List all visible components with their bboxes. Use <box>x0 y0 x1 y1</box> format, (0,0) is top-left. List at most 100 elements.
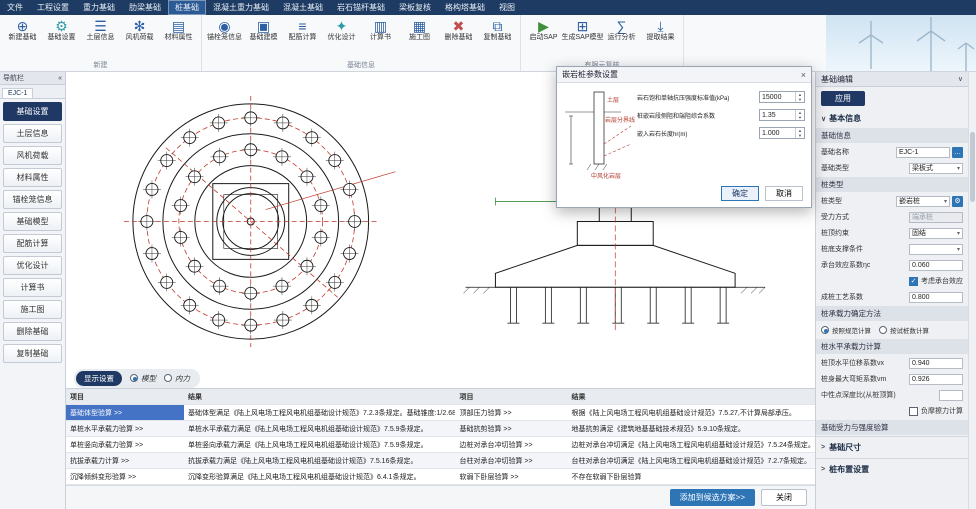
rebar-calculation-button[interactable]: ≡配筋计算 <box>283 16 322 61</box>
section-pile-layout[interactable]: > 桩布置设置 <box>816 458 968 480</box>
sidebar-item-delete-foundation[interactable]: 删除基础 <box>3 322 62 341</box>
check-item-link[interactable]: 边桩对承台冲切验算 >> <box>455 437 567 452</box>
anchor-cage-info-button[interactable]: ◉锚栓笼信息 <box>205 16 244 61</box>
check-item-link[interactable]: 沉降倾斜变形验算 >> <box>66 469 184 484</box>
check-item-link[interactable]: 台柱对承台冲切验算 >> <box>455 453 567 468</box>
add-to-candidate-button[interactable]: 添加到候选方案>> <box>670 489 755 506</box>
rock-strength-value[interactable]: 15000 <box>760 92 795 102</box>
combined-coefficient-value[interactable]: 1.35 <box>760 110 795 120</box>
pile-type-select[interactable]: 嵌岩桩▾ <box>896 196 950 207</box>
check-item-link[interactable]: 单桩竖向承载力验算 >> <box>66 437 184 452</box>
cancel-button[interactable]: 取消 <box>765 186 803 201</box>
section-foundation-size[interactable]: > 基础尺寸 <box>816 436 968 458</box>
sidebar-item-optimization-design[interactable]: 优化设计 <box>3 256 62 275</box>
sidebar-item-anchor-cage-info[interactable]: 锚栓笼信息 <box>3 190 62 209</box>
neutral-point-input[interactable] <box>939 390 963 401</box>
sidebar-item-foundation-model[interactable]: 基础模型 <box>3 212 62 231</box>
vm-input[interactable]: 0.926 <box>909 374 963 385</box>
sidebar-item-material-properties[interactable]: 材料属性 <box>3 168 62 187</box>
spinner-down-icon[interactable]: ▼ <box>796 133 804 138</box>
spinner-down-icon[interactable]: ▼ <box>796 115 804 120</box>
display-mode-force-radio[interactable]: 内力 <box>164 373 190 384</box>
check-item-link[interactable]: 顶部压力验算 >> <box>455 405 567 420</box>
chevron-down-icon: ∨ <box>821 115 826 123</box>
copy-foundation-button[interactable]: ⧉复制基础 <box>478 16 517 61</box>
display-settings-button[interactable]: 显示设置 <box>76 371 122 386</box>
foundation-type-label: 基础类型 <box>821 163 849 173</box>
method-by-code-radio[interactable]: 按照规范计算 <box>821 325 871 335</box>
field-vx-coefficient: 桩顶水平位移系数νx 0.940 <box>816 355 968 371</box>
sidebar-item-foundation-settings[interactable]: 基础设置 <box>3 102 62 121</box>
sidebar-item-rebar-calculation[interactable]: 配筋计算 <box>3 234 62 253</box>
menu-item-rock-anchor-foundation[interactable]: 岩石锚杆基础 <box>330 0 392 15</box>
pile-params-gear-button[interactable]: ⚙ <box>952 196 963 207</box>
support-select[interactable]: ▾ <box>909 244 963 255</box>
launch-sap-button[interactable]: ▶启动SAP <box>524 16 563 61</box>
ok-button[interactable]: 确定 <box>721 186 759 201</box>
spinner-down-icon[interactable]: ▼ <box>796 97 804 102</box>
menu-item-lattice-tower-foundation[interactable]: 格构塔基础 <box>438 0 492 15</box>
generate-sap-model-button[interactable]: ⊞生成SAP模型 <box>563 16 602 61</box>
foundation-type-select[interactable]: 梁板式▾ <box>909 163 963 174</box>
close-button[interactable]: 关闭 <box>761 489 807 506</box>
menu-item-beam-slab-review[interactable]: 梁板复核 <box>392 0 438 15</box>
menu-item-view[interactable]: 视图 <box>492 0 522 15</box>
sidebar-item-copy-foundation[interactable]: 复制基础 <box>3 344 62 363</box>
check-item-link[interactable]: 抗拔承载力计算 >> <box>66 453 184 468</box>
cap-coefficient-input[interactable]: 0.060 <box>909 260 963 271</box>
vx-input[interactable]: 0.940 <box>909 358 963 369</box>
menu-item-rib-beam-foundation[interactable]: 肋梁基础 <box>122 0 168 15</box>
menu-item-pile-foundation[interactable]: 桩基础 <box>168 0 206 15</box>
check-item-link[interactable]: 基础抗剪验算 >> <box>455 421 567 436</box>
sidebar-item-turbine-load[interactable]: 风机荷载 <box>3 146 62 165</box>
radio-label: 按照规范计算 <box>832 325 871 335</box>
foundation-name-input[interactable]: EJC-1 <box>896 147 950 158</box>
diagram-label-rock-boundary: 岩层分界线 <box>605 116 635 124</box>
check-item-link[interactable]: 基础体型验算 >> <box>66 405 184 420</box>
cap-effect-checkbox[interactable]: ✓ <box>909 277 918 286</box>
foundation-settings-button[interactable]: ⚙基础设置 <box>42 16 81 61</box>
construction-drawing-button[interactable]: ▦施工图 <box>400 16 439 61</box>
menu-item-project-settings[interactable]: 工程设置 <box>30 0 76 15</box>
rock-strength-spinner[interactable]: 15000▲▼ <box>759 91 805 103</box>
edit-name-button[interactable]: … <box>952 147 963 158</box>
combined-coefficient-spinner[interactable]: 1.35▲▼ <box>759 109 805 121</box>
sidebar-item-construction-drawing[interactable]: 施工图 <box>3 300 62 319</box>
menu-item-gravity-foundation[interactable]: 重力基础 <box>76 0 122 15</box>
check-item-link[interactable]: 单桩水平承载力验算 >> <box>66 421 184 436</box>
check-item-link[interactable]: 软弱下卧层验算 >> <box>455 469 567 484</box>
chevron-down-icon[interactable]: ∨ <box>958 75 963 83</box>
new-foundation-button[interactable]: ⊕新建基础 <box>3 16 42 61</box>
close-icon[interactable]: × <box>801 70 806 80</box>
restraint-select[interactable]: 固结▾ <box>909 228 963 239</box>
menu-item-file[interactable]: 文件 <box>0 0 30 15</box>
calculation-report-button[interactable]: ▥计算书 <box>361 16 400 61</box>
sidebar-item-calculation-report[interactable]: 计算书 <box>3 278 62 297</box>
foundation-modeling-button[interactable]: ▣基础建模 <box>244 16 283 61</box>
scrollbar-thumb[interactable] <box>970 132 975 202</box>
embed-length-spinner[interactable]: 1.000▲▼ <box>759 127 805 139</box>
material-properties-button[interactable]: ▤材料属性 <box>159 16 198 61</box>
section-basic-info[interactable]: ∨ 基本信息 <box>816 110 968 127</box>
method-by-test-radio[interactable]: 按试桩数计算 <box>879 325 929 335</box>
embed-length-value[interactable]: 1.000 <box>760 128 795 138</box>
apply-button[interactable]: 应用 <box>821 91 865 106</box>
optimization-design-button[interactable]: ✦优化设计 <box>322 16 361 61</box>
craft-coefficient-input[interactable]: 0.800 <box>909 292 963 303</box>
nav-tab-ejc1[interactable]: EJC-1 <box>2 88 33 98</box>
sidebar-item-soil-info[interactable]: 土层信息 <box>3 124 62 143</box>
menu-item-concrete-gravity-foundation[interactable]: 混凝土重力基础 <box>206 0 276 15</box>
window-scrollbar[interactable] <box>968 72 976 509</box>
negative-friction-checkbox[interactable]: ✓ <box>909 407 918 416</box>
run-analysis-button[interactable]: ∑运行分析 <box>602 16 641 61</box>
soil-layer-info-button[interactable]: ☰土层信息 <box>81 16 120 61</box>
field-vm-coefficient: 桩身最大弯矩系数νm 0.926 <box>816 371 968 387</box>
delete-foundation-button[interactable]: ✖删除基础 <box>439 16 478 61</box>
menu-item-concrete-foundation[interactable]: 混凝土基础 <box>276 0 330 15</box>
extract-results-button[interactable]: ⤓提取结果 <box>641 16 680 61</box>
display-mode-model-radio[interactable]: 模型 <box>130 373 156 384</box>
turbine-load-button[interactable]: ✻风机荷载 <box>120 16 159 61</box>
collapse-icon[interactable]: « <box>58 75 62 82</box>
ribbon-button-label: 基础设置 <box>48 34 76 42</box>
craft-coefficient-label: 成桩工艺系数 <box>821 292 863 302</box>
